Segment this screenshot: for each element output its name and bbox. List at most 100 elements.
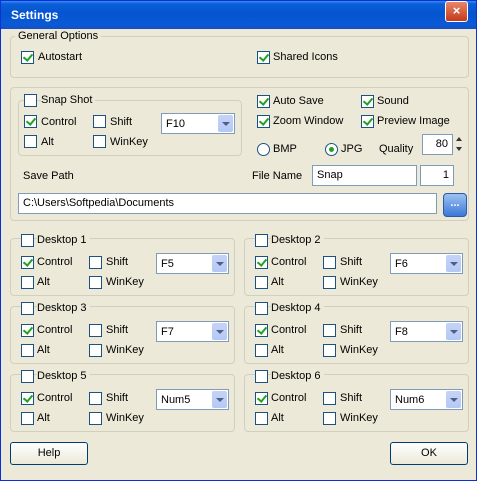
snapshot-label: Snap Shot xyxy=(41,94,96,106)
desktop-6-control-checkbox[interactable] xyxy=(255,392,268,405)
jpg-radio[interactable] xyxy=(325,143,338,156)
desktop-4-key-value: F8 xyxy=(395,326,408,338)
desktop-3-key-select[interactable]: F7 xyxy=(156,321,229,342)
desktop-6-alt-checkbox[interactable] xyxy=(255,412,268,425)
desktop-5-alt-checkbox[interactable] xyxy=(21,412,34,425)
snapshot-shift-checkbox[interactable] xyxy=(93,115,106,128)
ok-button[interactable]: OK xyxy=(390,442,468,465)
desktop-3-label: Desktop 3 xyxy=(37,302,90,314)
desktop-2-control-checkbox[interactable] xyxy=(255,256,268,269)
title-bar: Settings × xyxy=(1,1,476,29)
bmp-radio[interactable] xyxy=(257,143,270,156)
desktop-5-control-checkbox[interactable] xyxy=(21,392,34,405)
desktop-6-checkbox[interactable] xyxy=(255,370,268,383)
close-button[interactable]: × xyxy=(445,1,468,22)
general-options-legend: General Options xyxy=(15,30,102,42)
snapshot-winkey-label: WinKey xyxy=(110,136,148,148)
sound-label: Sound xyxy=(377,95,409,107)
help-button[interactable]: Help xyxy=(10,442,88,465)
desktop-6-key-select[interactable]: Num6 xyxy=(390,389,463,410)
desktop-4-key-select[interactable]: F8 xyxy=(390,321,463,342)
preview-image-label: Preview Image xyxy=(377,115,450,127)
snapshot-key-value: F10 xyxy=(166,118,185,130)
desktop-6-key-value: Num6 xyxy=(395,394,425,406)
snapshot-alt-checkbox[interactable] xyxy=(24,135,37,148)
autostart-checkbox[interactable] xyxy=(21,51,34,64)
zoom-window-checkbox[interactable] xyxy=(257,115,270,128)
desktop-5-checkbox[interactable] xyxy=(21,370,34,383)
desktop-3-control-checkbox[interactable] xyxy=(21,324,34,337)
close-icon: × xyxy=(452,3,461,18)
desktop-3-alt-checkbox[interactable] xyxy=(21,344,34,357)
desktop-1-control-label: Control xyxy=(37,256,73,268)
desktop-2-winkey-label: WinKey xyxy=(340,276,378,288)
desktop-3-key-value: F7 xyxy=(161,326,174,338)
save-path-input[interactable]: C:\Users\Softpedia\Documents xyxy=(18,193,437,214)
chevron-down-icon xyxy=(218,115,233,132)
snapshot-control-checkbox[interactable] xyxy=(24,115,37,128)
desktop-4-checkbox[interactable] xyxy=(255,302,268,315)
desktop-1-winkey-checkbox[interactable] xyxy=(89,276,102,289)
desktop-2-shift-checkbox[interactable] xyxy=(323,256,336,269)
desktop-2-checkbox[interactable] xyxy=(255,234,268,247)
browse-button[interactable]: ... xyxy=(443,193,467,217)
desktop-4-winkey-checkbox[interactable] xyxy=(323,344,336,357)
desktop-5-winkey-checkbox[interactable] xyxy=(89,412,102,425)
snapshot-checkbox[interactable] xyxy=(24,94,37,107)
desktop-6-winkey-checkbox[interactable] xyxy=(323,412,336,425)
desktop-1-shift-label: Shift xyxy=(106,256,129,268)
desktop-1-checkbox[interactable] xyxy=(21,234,34,247)
desktop-6-shift-checkbox[interactable] xyxy=(323,392,336,405)
desktop-5-key-value: Num5 xyxy=(161,394,191,406)
desktop-6-label: Desktop 6 xyxy=(271,370,324,382)
quality-label: Quality xyxy=(379,143,414,155)
chevron-down-icon xyxy=(446,391,461,408)
file-counter-input[interactable]: 1 xyxy=(420,165,454,186)
snapshot-key-select[interactable]: F10 xyxy=(161,113,235,134)
desktop-3-alt-label: Alt xyxy=(37,344,50,356)
desktop-1-label: Desktop 1 xyxy=(37,234,90,246)
spin-down-icon xyxy=(456,147,462,151)
bmp-label: BMP xyxy=(273,143,297,155)
desktop-1-control-checkbox[interactable] xyxy=(21,256,34,269)
desktop-2-key-select[interactable]: F6 xyxy=(390,253,463,274)
desktop-1-key-select[interactable]: F5 xyxy=(156,253,229,274)
desktop-2-label: Desktop 2 xyxy=(271,234,324,246)
desktop-5-alt-label: Alt xyxy=(37,412,50,424)
window-title: Settings xyxy=(11,8,59,22)
shared-icons-checkbox[interactable] xyxy=(257,51,270,64)
settings-window: Settings × General Options Autostart Sha… xyxy=(0,0,477,481)
desktop-6-alt-label: Alt xyxy=(271,412,284,424)
desktop-4-shift-checkbox[interactable] xyxy=(323,324,336,337)
desktop-5-winkey-label: WinKey xyxy=(106,412,144,424)
desktop-4-alt-checkbox[interactable] xyxy=(255,344,268,357)
desktop-1-key-value: F5 xyxy=(161,258,174,270)
desktop-4-alt-label: Alt xyxy=(271,344,284,356)
desktop-1-shift-checkbox[interactable] xyxy=(89,256,102,269)
desktop-4-control-checkbox[interactable] xyxy=(255,324,268,337)
desktop-3-winkey-checkbox[interactable] xyxy=(89,344,102,357)
file-name-label: File Name xyxy=(252,170,303,182)
auto-save-label: Auto Save xyxy=(273,95,324,107)
desktop-2-shift-label: Shift xyxy=(340,256,363,268)
desktop-1-alt-checkbox[interactable] xyxy=(21,276,34,289)
desktop-5-key-select[interactable]: Num5 xyxy=(156,389,229,410)
desktop-2-winkey-checkbox[interactable] xyxy=(323,276,336,289)
preview-image-checkbox[interactable] xyxy=(361,115,374,128)
quality-input[interactable]: 80 xyxy=(422,134,453,155)
desktop-6-control-label: Control xyxy=(271,392,307,404)
auto-save-checkbox[interactable] xyxy=(257,95,270,108)
desktop-3-shift-checkbox[interactable] xyxy=(89,324,102,337)
desktop-1-winkey-label: WinKey xyxy=(106,276,144,288)
sound-checkbox[interactable] xyxy=(361,95,374,108)
quality-spinner[interactable] xyxy=(455,134,464,155)
save-path-label: Save Path xyxy=(23,170,74,182)
desktop-5-shift-checkbox[interactable] xyxy=(89,392,102,405)
desktop-2-control-label: Control xyxy=(271,256,307,268)
desktop-1-alt-label: Alt xyxy=(37,276,50,288)
desktop-6-winkey-label: WinKey xyxy=(340,412,378,424)
desktop-2-alt-checkbox[interactable] xyxy=(255,276,268,289)
desktop-3-checkbox[interactable] xyxy=(21,302,34,315)
snapshot-winkey-checkbox[interactable] xyxy=(93,135,106,148)
file-name-input[interactable]: Snap xyxy=(312,165,417,186)
